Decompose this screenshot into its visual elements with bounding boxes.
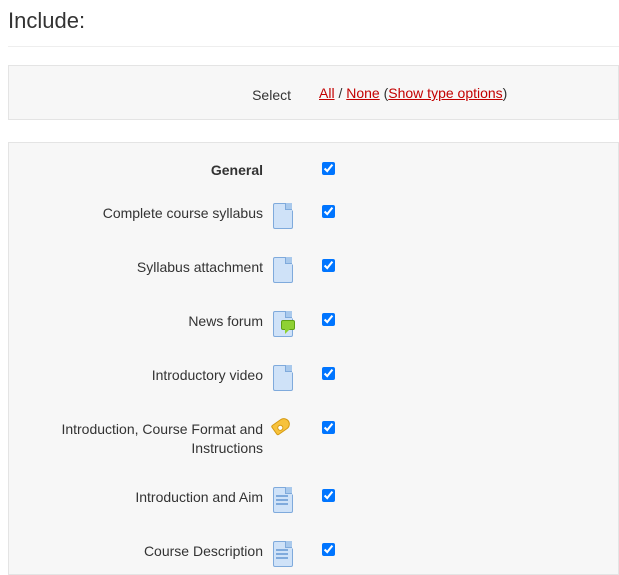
page-icon [271, 486, 293, 512]
include-checkbox[interactable] [322, 313, 335, 326]
item-label: Complete course syllabus [9, 202, 271, 223]
file-icon [271, 364, 293, 390]
item-checkbox-cell [301, 256, 341, 272]
activity-row: Syllabus attachment [9, 256, 618, 282]
item-icon-cell [271, 486, 301, 512]
include-checkbox[interactable] [322, 162, 335, 175]
activity-row: Introduction and Aim [9, 486, 618, 512]
select-panel: Select All / None (Show type options) [8, 65, 619, 120]
item-label: Introduction and Aim [9, 486, 271, 507]
include-checkbox[interactable] [322, 543, 335, 556]
item-label: Introductory video [9, 364, 271, 385]
item-label: Syllabus attachment [9, 256, 271, 277]
item-checkbox-cell [301, 486, 341, 502]
item-label: Course Description [9, 540, 271, 561]
include-checkbox[interactable] [322, 205, 335, 218]
file-icon [271, 256, 293, 282]
item-icon-cell [271, 364, 301, 390]
include-checkbox[interactable] [322, 489, 335, 502]
activity-row: Complete course syllabus [9, 202, 618, 228]
section-heading: Include: [8, 8, 619, 34]
activity-row: News forum [9, 310, 618, 336]
item-icon-cell [271, 202, 301, 228]
activity-row: Course Description [9, 540, 618, 566]
item-checkbox-cell [301, 364, 341, 380]
include-checkbox[interactable] [322, 367, 335, 380]
item-icon-cell [271, 256, 301, 282]
select-all-link[interactable]: All [319, 85, 335, 101]
section-header-row: General [9, 159, 618, 180]
items-panel: General Complete course syllabus Syllabus … [8, 142, 619, 575]
item-label: General [9, 159, 271, 180]
item-icon-cell [271, 310, 301, 336]
include-checkbox[interactable] [322, 421, 335, 434]
activity-row: Introduction, Course Format and Instruct… [9, 418, 618, 458]
include-checkbox[interactable] [322, 259, 335, 272]
item-label: News forum [9, 310, 271, 331]
item-checkbox-cell [301, 310, 341, 326]
item-checkbox-cell [301, 540, 341, 556]
activity-row: Introductory video [9, 364, 618, 390]
item-checkbox-cell [301, 202, 341, 218]
item-icon-cell [271, 540, 301, 566]
show-type-options-link[interactable]: Show type options [388, 85, 502, 101]
select-none-link[interactable]: None [346, 85, 379, 101]
divider [8, 46, 619, 47]
file-icon [271, 202, 293, 228]
page-icon [271, 540, 293, 566]
item-icon-cell [271, 418, 301, 444]
item-checkbox-cell [301, 418, 341, 434]
item-checkbox-cell [301, 159, 341, 175]
item-label: Introduction, Course Format and Instruct… [9, 418, 271, 458]
close-paren: ) [503, 85, 508, 101]
select-label: Select [9, 84, 299, 105]
tag-icon [271, 418, 297, 444]
forum-icon [271, 310, 293, 336]
